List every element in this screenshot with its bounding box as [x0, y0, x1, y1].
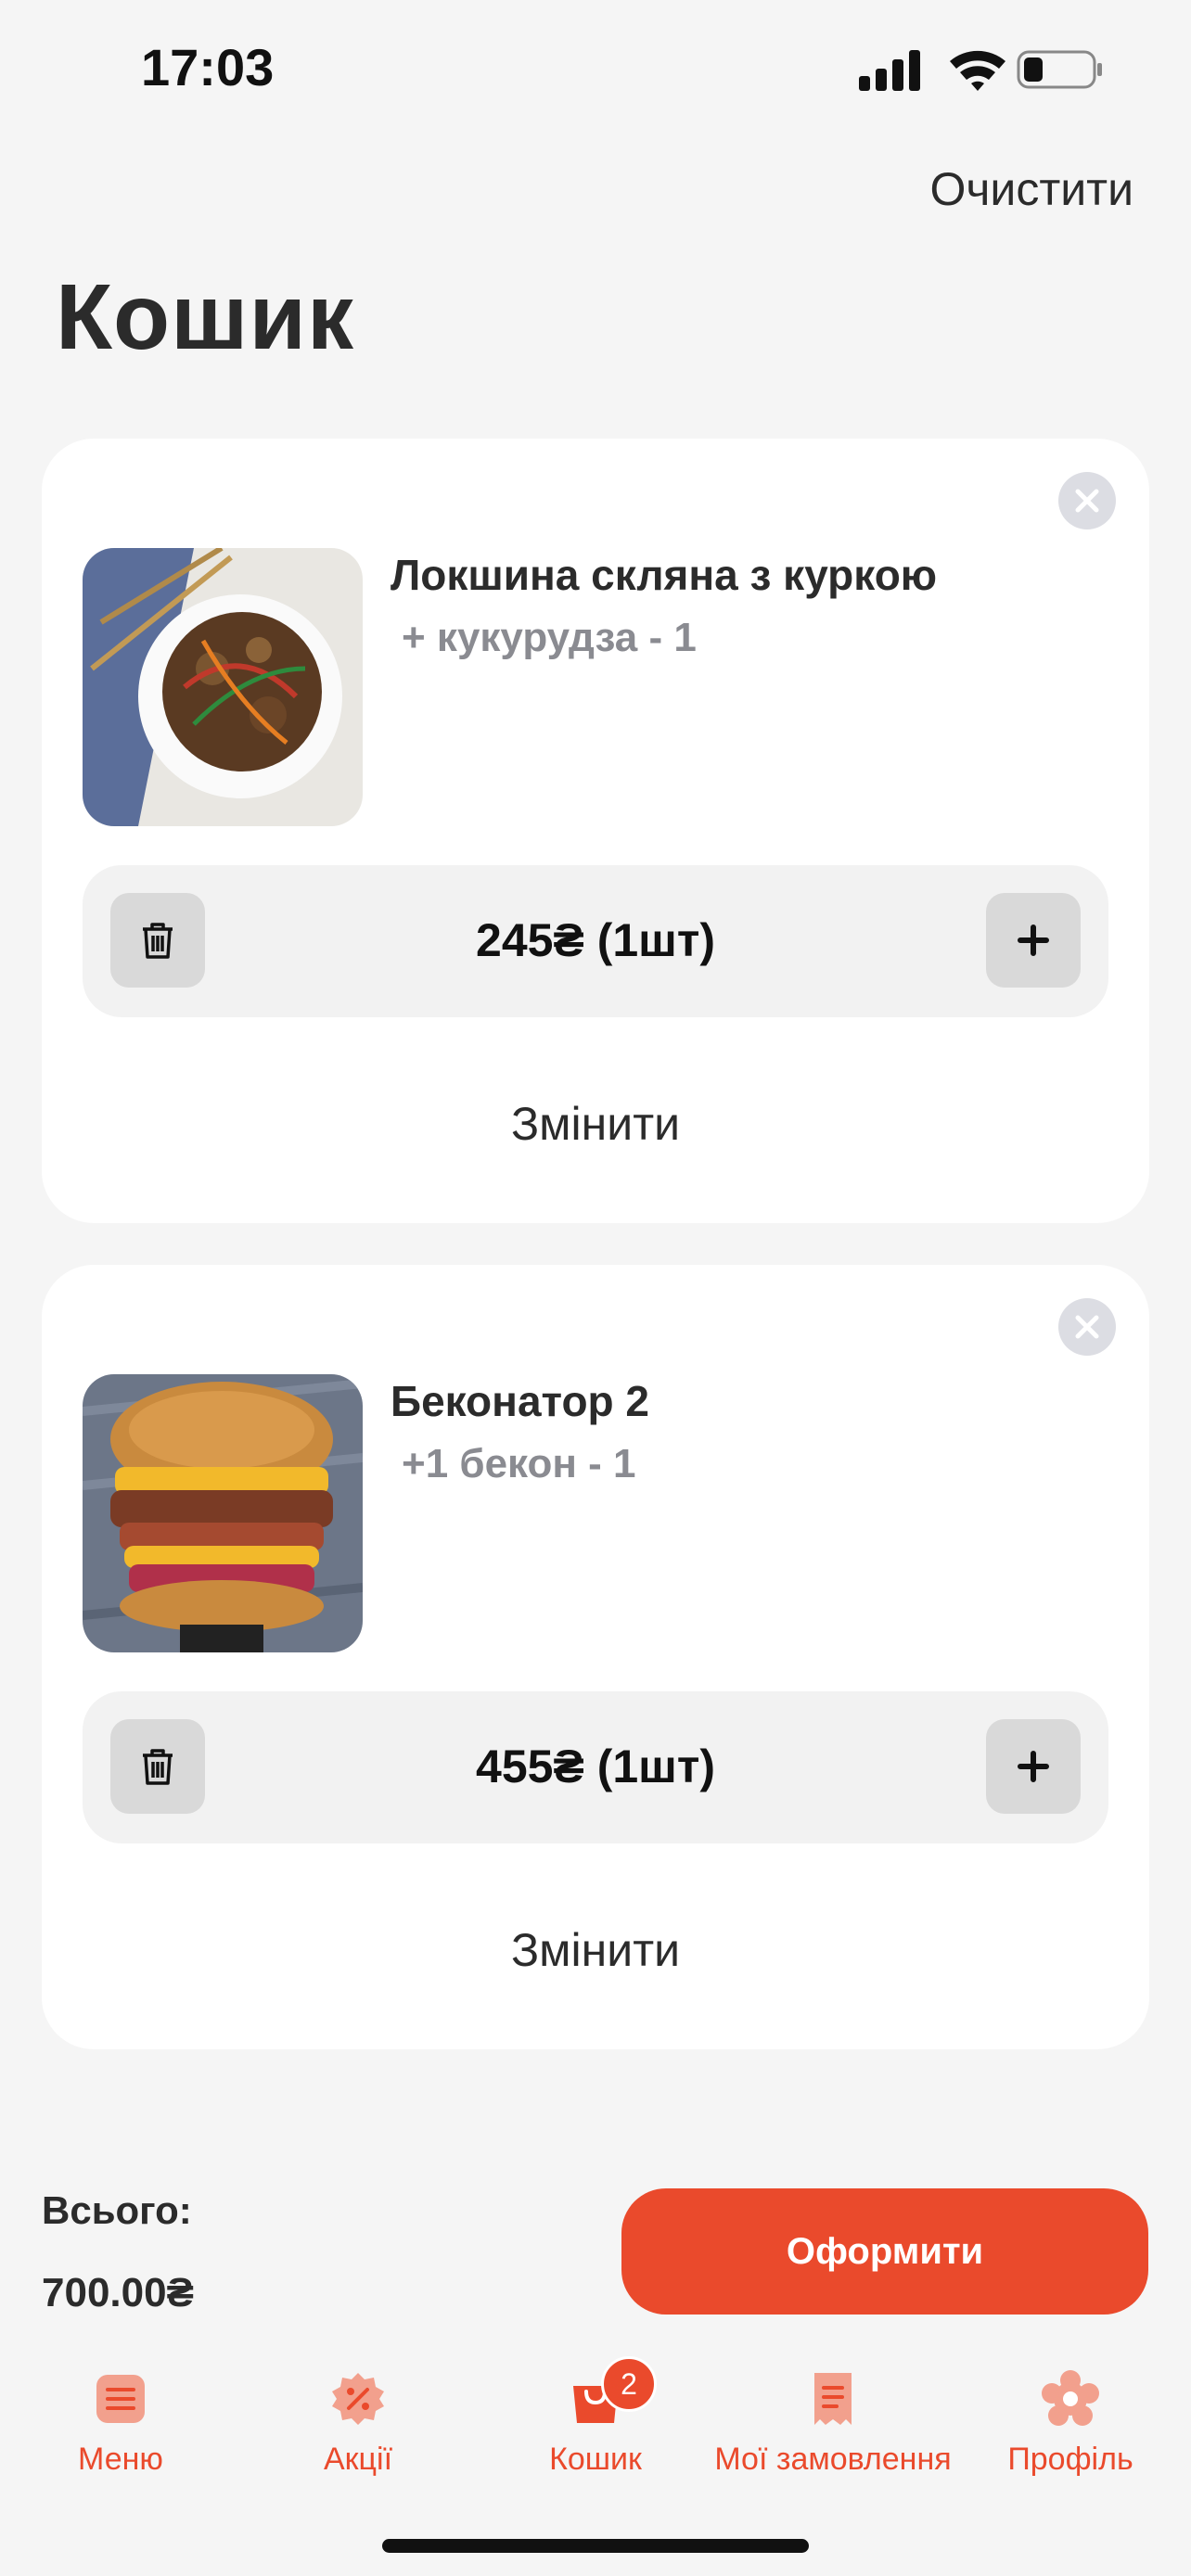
edit-item-button[interactable]: Змінити — [42, 1923, 1149, 1977]
cart-item-card: Беконатор 2 +1 бекон - 1 455₴ (1шт) Змін… — [42, 1265, 1149, 2049]
cellular-signal-icon — [859, 50, 920, 91]
item-image-burger — [83, 1374, 363, 1652]
item-price: 245₴ (1шт) — [476, 914, 715, 966]
bag-icon: 2 — [566, 2356, 657, 2429]
tab-cart[interactable]: 2 Кошик — [475, 2356, 716, 2478]
quantity-bar: 245₴ (1шт) — [83, 865, 1108, 1017]
remove-item-button[interactable] — [1058, 1298, 1116, 1356]
receipt-icon — [803, 2369, 863, 2429]
plus-icon — [1018, 925, 1049, 956]
discount-icon — [328, 2369, 388, 2429]
battery-icon — [1017, 50, 1102, 89]
tab-menu[interactable]: Меню — [0, 2369, 241, 2478]
quantity-bar: 455₴ (1шт) — [83, 1691, 1108, 1843]
item-name: Беконатор 2 — [391, 1377, 650, 1425]
plus-icon — [1018, 1751, 1049, 1782]
remove-item-button[interactable] — [1058, 472, 1116, 529]
tab-label: Мої замовлення — [714, 2442, 952, 2477]
item-price: 455₴ (1шт) — [476, 1741, 715, 1792]
tab-label: Меню — [78, 2442, 163, 2477]
tab-my-orders[interactable]: Мої замовлення — [712, 2369, 954, 2478]
checkout-button[interactable]: Оформити — [621, 2188, 1148, 2315]
cart-item-card: Локшина скляна з куркою + кукурудза - 1 … — [42, 439, 1149, 1223]
profile-icon — [1041, 2369, 1100, 2429]
total-label: Всього: — [42, 2188, 192, 2232]
wifi-icon — [950, 50, 1005, 91]
item-modifier: + кукурудза - 1 — [402, 615, 697, 660]
tab-label: Кошик — [549, 2442, 642, 2477]
total-value: 700.00₴ — [42, 2270, 194, 2315]
item-name: Локшина скляна з куркою — [391, 551, 938, 599]
tab-label: Акції — [323, 2442, 393, 2477]
status-time: 17:03 — [141, 38, 275, 96]
close-icon — [1075, 489, 1099, 513]
item-image-noodles — [83, 548, 363, 826]
edit-item-button[interactable]: Змінити — [42, 1097, 1149, 1151]
clear-cart-button[interactable]: Очистити — [929, 162, 1133, 216]
page-title: Кошик — [56, 265, 354, 369]
home-indicator[interactable] — [382, 2539, 809, 2553]
status-icons — [853, 45, 1104, 95]
increase-quantity-button[interactable] — [986, 1719, 1081, 1814]
menu-icon — [91, 2369, 150, 2429]
increase-quantity-button[interactable] — [986, 893, 1081, 988]
tab-promotions[interactable]: Акції — [237, 2369, 479, 2478]
tab-label: Профіль — [1007, 2442, 1133, 2477]
cart-badge: 2 — [601, 2356, 657, 2412]
close-icon — [1075, 1315, 1099, 1339]
item-modifier: +1 бекон - 1 — [402, 1441, 636, 1486]
tab-profile[interactable]: Профіль — [950, 2369, 1191, 2478]
